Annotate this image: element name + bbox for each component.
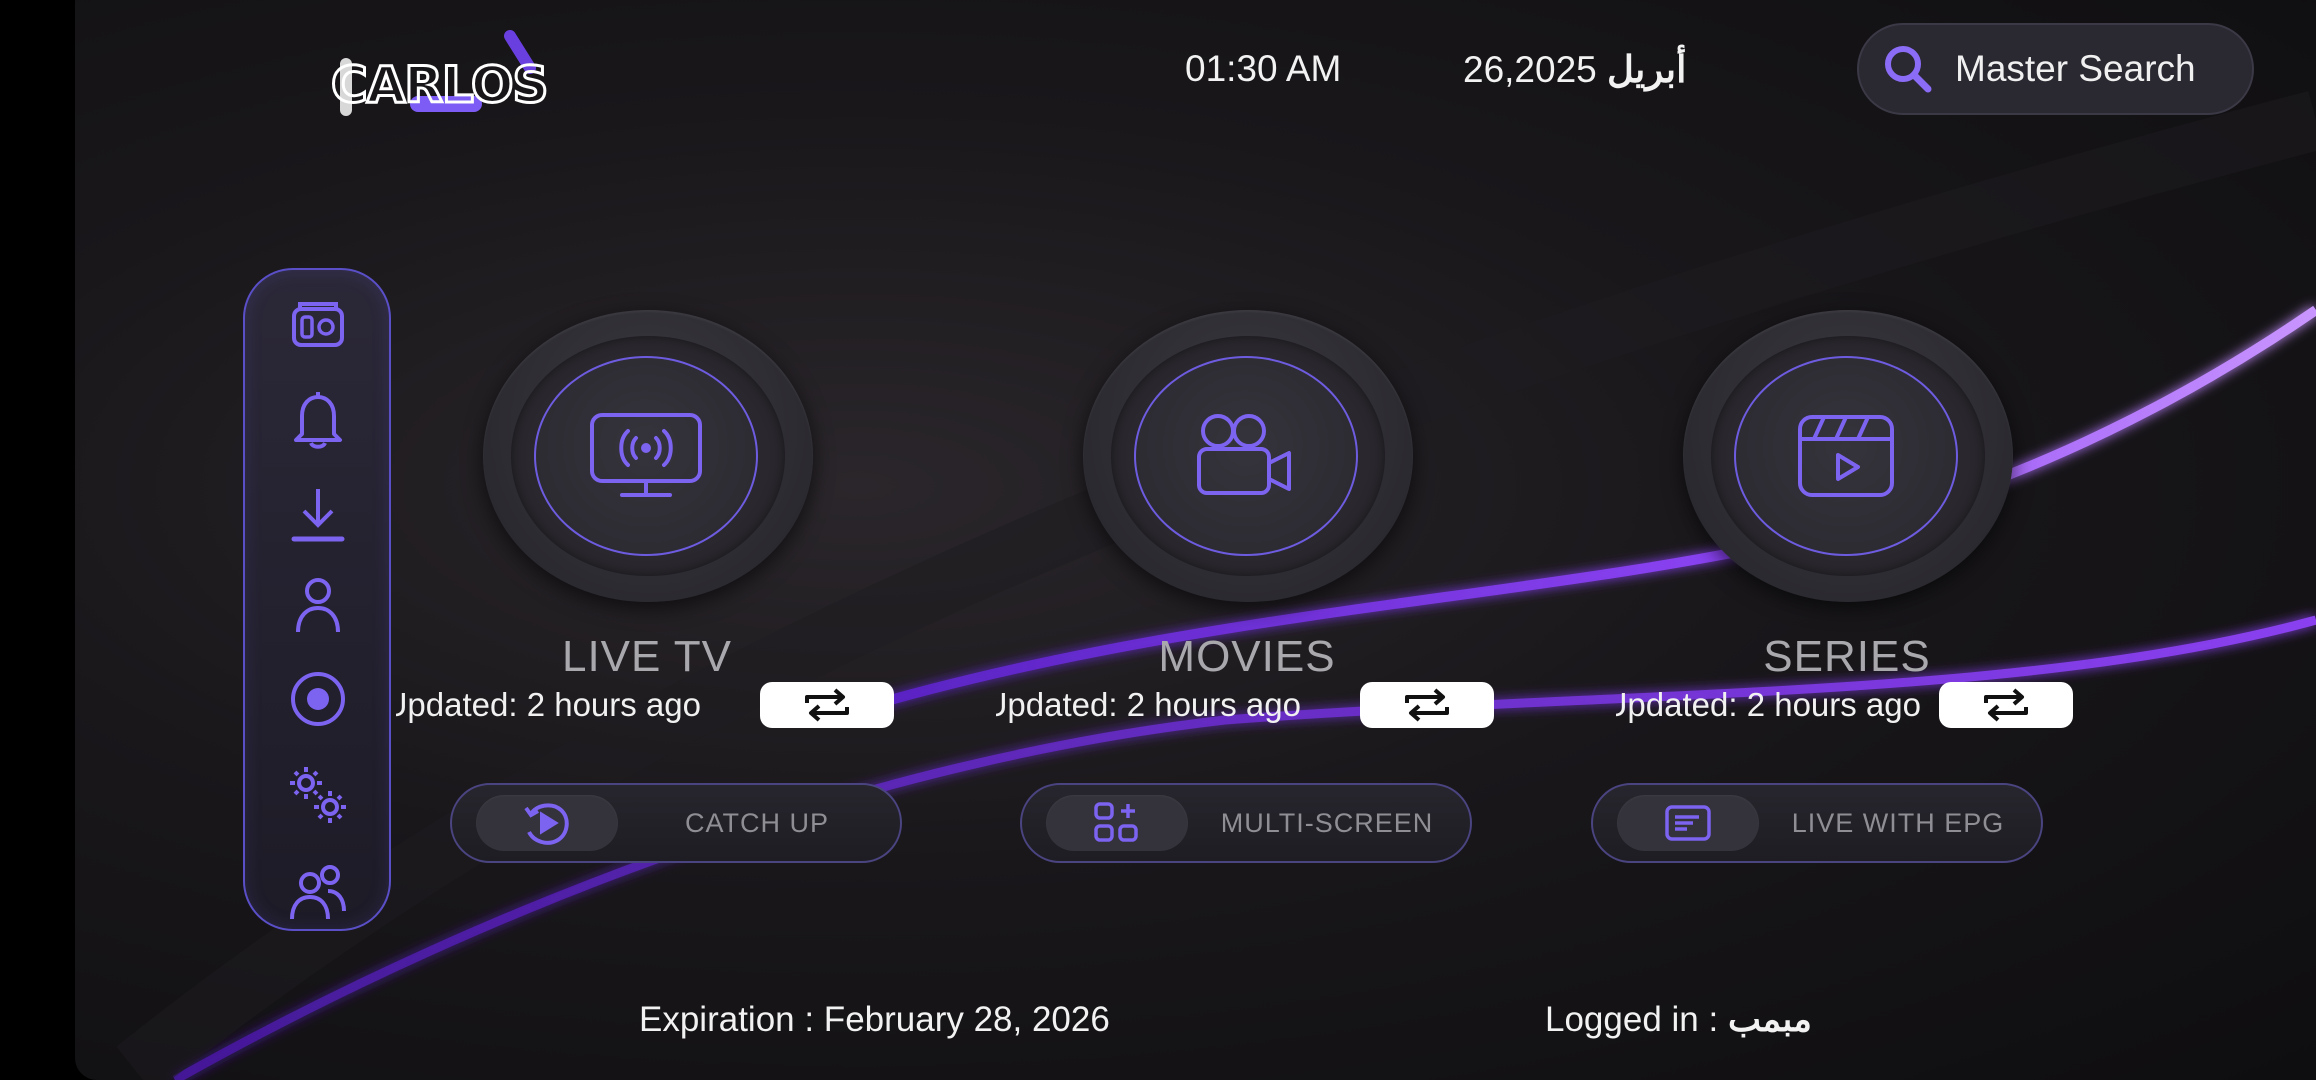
- pill-icon-wrap: [476, 795, 618, 851]
- sidebar-item-profile[interactable]: [279, 570, 357, 640]
- clock: 01:30 AM: [1185, 48, 1342, 89]
- radio-icon: [292, 302, 344, 347]
- sidebar-item-settings[interactable]: [279, 760, 357, 830]
- tile-title-movies: MOVIES: [1158, 632, 1336, 681]
- refresh-icon: [1984, 688, 2028, 722]
- sidebar-item-record[interactable]: [279, 664, 357, 734]
- settings-icon: [290, 767, 346, 823]
- download-icon: [291, 489, 345, 542]
- multi-screen-label: MULTI-SCREEN: [1220, 808, 1434, 838]
- refresh-icon: [805, 688, 849, 722]
- home-screen: CARLOS 01:30 AM 26,2025 أبريل Master Sea…: [75, 0, 2316, 1080]
- carlos-logo: CARLOS: [325, 30, 565, 125]
- clapperboard-icon: [1798, 415, 1894, 497]
- sidebar-item-users[interactable]: [279, 858, 357, 928]
- logged-in-label: Logged in :: [1545, 1000, 1728, 1039]
- tile-series[interactable]: [1683, 310, 2023, 610]
- catch-up-button[interactable]: CATCH UP: [450, 783, 902, 863]
- bell-icon: [294, 392, 342, 449]
- logged-in-user: مبمب: [1727, 1000, 1812, 1039]
- svg-text:CARLOS: CARLOS: [331, 56, 548, 114]
- sidebar-item-radio[interactable]: [279, 290, 357, 360]
- updated-text-series: Updated: 2 hours ago: [1616, 686, 1921, 723]
- date-numeric: 26,2025: [1463, 49, 1597, 90]
- sidebar-item-downloads[interactable]: [279, 480, 357, 550]
- refresh-button-series[interactable]: [1939, 682, 2073, 728]
- sidebar: [243, 268, 391, 931]
- live-with-epg-button[interactable]: LIVE WITH EPG: [1591, 783, 2043, 863]
- multi-screen-button[interactable]: MULTI-SCREEN: [1020, 783, 1472, 863]
- refresh-button-movies[interactable]: [1360, 682, 1494, 728]
- tile-live-tv[interactable]: [483, 310, 823, 610]
- pill-icon-wrap: [1617, 795, 1759, 851]
- search-label: Master Search: [1955, 48, 2196, 89]
- refresh-button-live-tv[interactable]: [760, 682, 894, 728]
- logged-in-text: Logged in : مبمب: [1545, 1000, 1812, 1040]
- pill-icon-wrap: [1046, 795, 1188, 851]
- date-month: أبريل: [1607, 49, 1687, 90]
- expiration-text: Expiration : February 28, 2026: [639, 1000, 1110, 1039]
- users-icon: [290, 865, 346, 920]
- record-icon: [291, 672, 345, 726]
- multi-screen-icon: [1094, 802, 1138, 842]
- master-search-button[interactable]: Master Search: [1857, 23, 2254, 115]
- refresh-icon: [1405, 688, 1449, 722]
- tile-title-live-tv: LIVE TV: [561, 632, 733, 681]
- epg-icon: [1665, 805, 1711, 841]
- movie-camera-icon: [1197, 414, 1291, 495]
- tile-title-series: SERIES: [1763, 632, 1931, 681]
- live-with-epg-label: LIVE WITH EPG: [1791, 808, 2005, 838]
- search-icon: [1885, 46, 1932, 93]
- updated-text-live-tv: Updated: 2 hours ago: [396, 686, 701, 723]
- catch-up-label: CATCH UP: [684, 808, 829, 838]
- updated-text-movies: Updated: 2 hours ago: [996, 686, 1301, 723]
- tv-broadcast-icon: [590, 413, 702, 497]
- tile-icon-wrap: [534, 356, 758, 556]
- catch-up-icon: [524, 803, 569, 845]
- tile-icon-wrap: [1734, 356, 1958, 556]
- tile-movies[interactable]: [1083, 310, 1423, 610]
- logo-graphic: CARLOS: [330, 30, 550, 116]
- sidebar-item-notifications[interactable]: [279, 385, 357, 455]
- user-icon: [296, 578, 340, 633]
- tile-icon-wrap: [1134, 356, 1358, 556]
- date-display: 26,2025 أبريل: [1463, 48, 1686, 91]
